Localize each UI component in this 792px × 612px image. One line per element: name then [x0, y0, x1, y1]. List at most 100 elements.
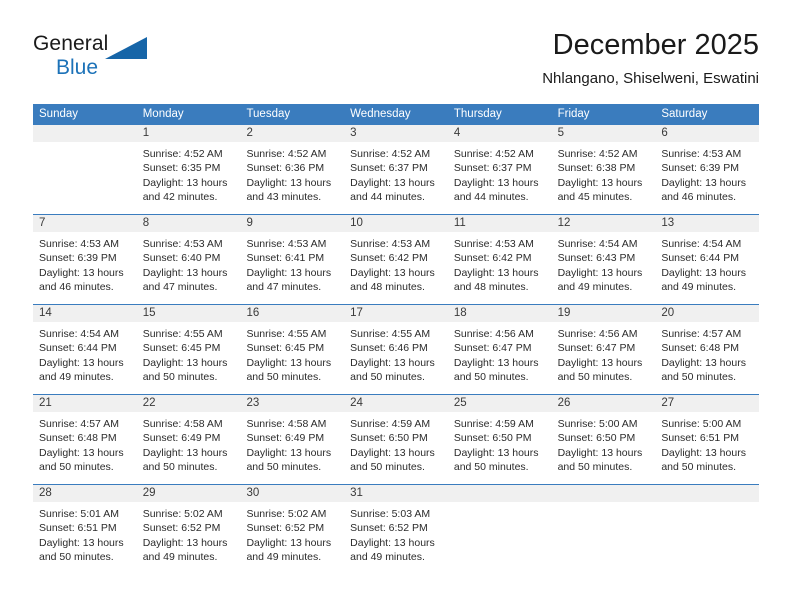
calendar-day-cell[interactable]: 21 Sunrise: 4:57 AM Sunset: 6:48 PM Dayligh… — [33, 395, 137, 484]
calendar-day-empty — [551, 485, 656, 575]
calendar-day-cell[interactable]: 6 Sunrise: 4:53 AM Sunset: 6:39 PM Daylight… — [655, 125, 760, 214]
day-number: 9 — [240, 215, 345, 232]
daylight-text: Daylight: 13 hours and 46 minutes. — [39, 266, 124, 294]
sunset-text: Sunset: 6:50 PM — [557, 432, 636, 445]
calendar-day-cell[interactable]: 15 Sunrise: 4:55 AM Sunset: 6:45 PM Dayligh… — [136, 305, 241, 394]
calendar-day-empty — [655, 485, 760, 575]
calendar-day-cell[interactable]: 10 Sunrise: 4:53 AM Sunset: 6:42 PM Dayligh… — [344, 215, 448, 304]
day-details: Sunrise: 4:53 AM Sunset: 6:41 PM Daylight:… — [240, 232, 344, 295]
sunset-text: Sunset: 6:41 PM — [246, 252, 325, 265]
day-number: 29 — [136, 485, 241, 502]
sunset-text: Sunset: 6:42 PM — [350, 252, 428, 265]
daylight-text: Daylight: 13 hours and 44 minutes. — [350, 176, 435, 204]
calendar-day-cell[interactable]: 28 Sunrise: 5:01 AM Sunset: 6:51 PM Dayligh… — [33, 485, 137, 575]
calendar-day-cell[interactable]: 4 Sunrise: 4:52 AM Sunset: 6:37 PM Daylight… — [447, 125, 552, 214]
weekday-thursday: Thursday — [453, 108, 502, 120]
calendar-day-cell[interactable]: 23 Sunrise: 4:58 AM Sunset: 6:49 PM Dayligh… — [240, 395, 345, 484]
sunset-text: Sunset: 6:44 PM — [39, 342, 117, 355]
calendar-day-cell[interactable]: 13 Sunrise: 4:54 AM Sunset: 6:44 PM Dayligh… — [655, 215, 760, 304]
page-title: December 2025 — [552, 29, 759, 61]
weekday-wednesday: Wednesday — [350, 108, 411, 120]
sunset-text: Sunset: 6:42 PM — [453, 252, 532, 265]
day-details: Sunrise: 4:57 AM Sunset: 6:48 PM Daylight:… — [655, 322, 759, 385]
day-details: Sunrise: 4:59 AM Sunset: 6:50 PM Daylight:… — [448, 412, 552, 475]
calendar-day-cell[interactable]: 12 Sunrise: 4:54 AM Sunset: 6:43 PM Dayligh… — [551, 215, 656, 304]
calendar-day-cell[interactable]: 14 Sunrise: 4:54 AM Sunset: 6:44 PM Dayligh… — [33, 305, 137, 394]
day-details: Sunrise: 4:55 AM Sunset: 6:45 PM Daylight:… — [240, 322, 344, 385]
sunrise-text: Sunrise: 4:57 AM — [39, 418, 119, 430]
calendar-day-cell[interactable]: 22 Sunrise: 4:58 AM Sunset: 6:49 PM Dayligh… — [136, 395, 241, 484]
day-number — [447, 485, 552, 502]
calendar-day-cell[interactable]: 24 Sunrise: 4:59 AM Sunset: 6:50 PM Dayligh… — [344, 395, 448, 484]
calendar-day-cell[interactable]: 27 Sunrise: 5:00 AM Sunset: 6:51 PM Dayligh… — [655, 395, 760, 484]
calendar-day-cell[interactable]: 3 Sunrise: 4:52 AM Sunset: 6:37 PM Daylight… — [344, 125, 448, 214]
day-number: 25 — [447, 395, 552, 412]
calendar-day-cell[interactable]: 9 Sunrise: 4:53 AM Sunset: 6:41 PM Daylight… — [240, 215, 345, 304]
calendar-day-cell[interactable]: 30 Sunrise: 5:02 AM Sunset: 6:52 PM Dayligh… — [240, 485, 345, 575]
daylight-text: Daylight: 13 hours and 47 minutes. — [246, 266, 332, 294]
sunrise-text: Sunrise: 4:53 AM — [350, 238, 431, 250]
sunrise-text: Sunrise: 4:53 AM — [661, 148, 742, 160]
calendar-day-cell[interactable]: 19 Sunrise: 4:56 AM Sunset: 6:47 PM Dayligh… — [551, 305, 656, 394]
day-details: Sunrise: 4:53 AM Sunset: 6:39 PM Daylight:… — [655, 142, 759, 205]
sunrise-text: Sunrise: 4:52 AM — [557, 148, 638, 160]
daylight-text: Daylight: 13 hours and 49 minutes. — [142, 536, 228, 564]
weekday-header-row: Sunday Monday Tuesday Wednesday Thursday… — [33, 104, 759, 125]
sunset-text: Sunset: 6:35 PM — [142, 162, 221, 175]
sunset-text: Sunset: 6:43 PM — [557, 252, 636, 265]
day-details: Sunrise: 4:57 AM Sunset: 6:48 PM Daylight:… — [33, 412, 137, 475]
day-details: Sunrise: 4:58 AM Sunset: 6:49 PM Daylight:… — [137, 412, 241, 475]
daylight-text: Daylight: 13 hours and 50 minutes. — [39, 446, 124, 474]
day-number — [551, 485, 656, 502]
weekday-tuesday: Tuesday — [246, 108, 291, 120]
day-details: Sunrise: 4:53 AM Sunset: 6:42 PM Daylight:… — [448, 232, 552, 295]
day-details: Sunrise: 4:54 AM Sunset: 6:44 PM Daylight:… — [33, 322, 137, 385]
calendar-day-cell[interactable]: 8 Sunrise: 4:53 AM Sunset: 6:40 PM Daylight… — [136, 215, 241, 304]
daylight-text: Daylight: 13 hours and 48 minutes. — [350, 266, 435, 294]
day-number: 30 — [240, 485, 345, 502]
day-details: Sunrise: 4:58 AM Sunset: 6:49 PM Daylight:… — [240, 412, 344, 475]
sunset-text: Sunset: 6:51 PM — [39, 522, 117, 535]
sunset-text: Sunset: 6:39 PM — [661, 162, 739, 175]
sunrise-text: Sunrise: 5:00 AM — [557, 418, 638, 430]
calendar-day-cell[interactable]: 29 Sunrise: 5:02 AM Sunset: 6:52 PM Dayligh… — [136, 485, 241, 575]
day-details: Sunrise: 4:56 AM Sunset: 6:47 PM Daylight:… — [552, 322, 656, 385]
calendar-day-cell[interactable]: 1 Sunrise: 4:52 AM Sunset: 6:35 PM Daylight… — [136, 125, 241, 214]
page-subtitle: Nhlangano, Shiselweni, Eswatini — [542, 70, 759, 87]
day-number: 31 — [344, 485, 448, 502]
brand-logo[interactable]: General Blue — [33, 32, 163, 90]
calendar-day-cell[interactable]: 17 Sunrise: 4:55 AM Sunset: 6:46 PM Dayligh… — [344, 305, 448, 394]
calendar-day-cell[interactable]: 7 Sunrise: 4:53 AM Sunset: 6:39 PM Daylight… — [33, 215, 137, 304]
daylight-text: Daylight: 13 hours and 50 minutes. — [142, 356, 228, 384]
calendar-day-empty — [33, 125, 137, 214]
daylight-text: Daylight: 13 hours and 49 minutes. — [350, 536, 435, 564]
sunset-text: Sunset: 6:45 PM — [246, 342, 325, 355]
day-number — [33, 125, 137, 142]
day-details: Sunrise: 4:52 AM Sunset: 6:38 PM Daylight:… — [552, 142, 656, 205]
day-number: 23 — [240, 395, 345, 412]
sunset-text: Sunset: 6:49 PM — [142, 432, 221, 445]
sunrise-text: Sunrise: 4:56 AM — [453, 328, 534, 340]
sunset-text: Sunset: 6:44 PM — [661, 252, 739, 265]
day-details: Sunrise: 4:52 AM Sunset: 6:37 PM Daylight:… — [448, 142, 552, 205]
weekday-monday: Monday — [142, 108, 184, 120]
day-number: 12 — [551, 215, 656, 232]
sunset-text: Sunset: 6:52 PM — [246, 522, 325, 535]
calendar-week-row: 21 Sunrise: 4:57 AM Sunset: 6:48 PM Dayligh… — [33, 395, 760, 485]
calendar-day-cell[interactable]: 11 Sunrise: 4:53 AM Sunset: 6:42 PM Dayligh… — [447, 215, 552, 304]
sunset-text: Sunset: 6:38 PM — [557, 162, 636, 175]
calendar-day-cell[interactable]: 20 Sunrise: 4:57 AM Sunset: 6:48 PM Dayligh… — [655, 305, 760, 394]
sunset-text: Sunset: 6:39 PM — [39, 252, 117, 265]
calendar-day-cell[interactable]: 16 Sunrise: 4:55 AM Sunset: 6:45 PM Dayligh… — [240, 305, 345, 394]
sunrise-text: Sunrise: 5:01 AM — [39, 508, 119, 520]
calendar-day-cell[interactable]: 31 Sunrise: 5:03 AM Sunset: 6:52 PM Dayligh… — [344, 485, 448, 575]
calendar-day-cell[interactable]: 25 Sunrise: 4:59 AM Sunset: 6:50 PM Dayligh… — [447, 395, 552, 484]
calendar-day-cell[interactable]: 18 Sunrise: 4:56 AM Sunset: 6:47 PM Dayligh… — [447, 305, 552, 394]
calendar-weeks: 1 Sunrise: 4:52 AM Sunset: 6:35 PM Daylight… — [33, 125, 760, 575]
calendar-day-cell[interactable]: 5 Sunrise: 4:52 AM Sunset: 6:38 PM Daylight… — [551, 125, 656, 214]
calendar-day-cell[interactable]: 26 Sunrise: 5:00 AM Sunset: 6:50 PM Dayligh… — [551, 395, 656, 484]
day-details: Sunrise: 5:03 AM Sunset: 6:52 PM Daylight:… — [344, 502, 448, 565]
sunset-text: Sunset: 6:50 PM — [453, 432, 532, 445]
daylight-text: Daylight: 13 hours and 49 minutes. — [39, 356, 124, 384]
calendar-day-cell[interactable]: 2 Sunrise: 4:52 AM Sunset: 6:36 PM Daylight… — [240, 125, 345, 214]
